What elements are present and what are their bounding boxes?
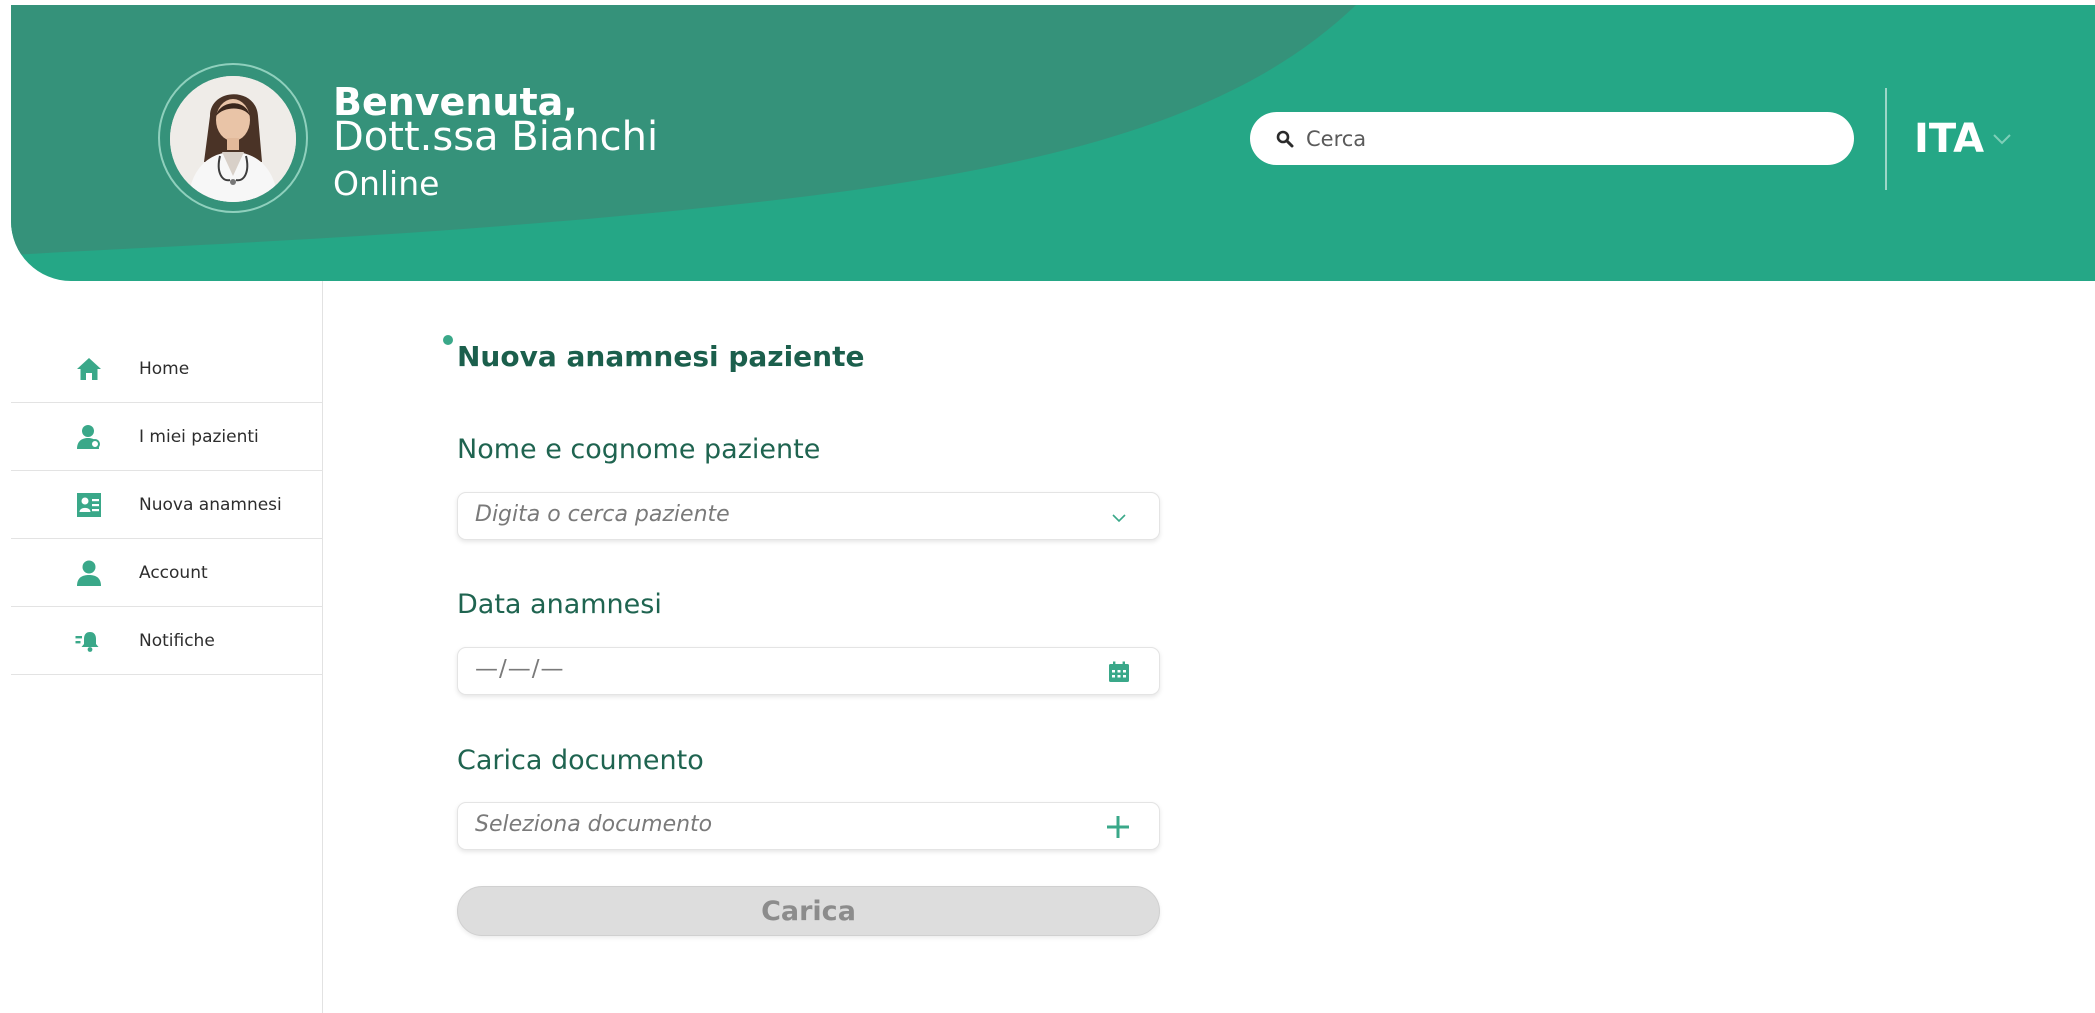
patient-search-placeholder: Digita o cerca paziente bbox=[475, 502, 730, 527]
document-placeholder: Seleziona documento bbox=[475, 812, 713, 837]
patient-search-select[interactable]: Digita o cerca paziente bbox=[457, 492, 1160, 540]
upload-document-label: Carica documento bbox=[457, 745, 704, 776]
sidebar-item-label: Account bbox=[139, 563, 208, 583]
calendar-icon[interactable] bbox=[1107, 660, 1131, 684]
home-icon bbox=[77, 358, 101, 380]
search-input[interactable] bbox=[1304, 125, 1828, 152]
search-bar[interactable] bbox=[1250, 112, 1854, 165]
language-selector[interactable]: ITA bbox=[1914, 117, 2012, 161]
search-icon bbox=[1276, 130, 1294, 147]
patients-icon bbox=[77, 425, 100, 449]
language-label: ITA bbox=[1914, 116, 1985, 162]
chevron-down-icon[interactable] bbox=[1107, 505, 1131, 529]
doctor-name: Dott.ssa Bianchi bbox=[333, 114, 659, 160]
sidebar-item-patients[interactable]: I miei pazienti bbox=[11, 403, 323, 471]
patient-name-label: Nome e cognome paziente bbox=[457, 434, 821, 465]
title-dot-decoration bbox=[443, 335, 453, 345]
sidebar-item-home[interactable]: Home bbox=[11, 335, 323, 403]
header-divider bbox=[1885, 88, 1887, 190]
doctor-portrait-image bbox=[170, 76, 296, 202]
sidebar-item-label: Home bbox=[139, 359, 190, 379]
sidebar-item-notifications[interactable]: Notifiche bbox=[11, 607, 323, 675]
account-icon bbox=[77, 560, 101, 586]
sidebar-item-account[interactable]: Account bbox=[11, 539, 323, 607]
page-title: Nuova anamnesi paziente bbox=[457, 340, 865, 373]
sidebar: Home I miei pazienti Nuova anamnesi Acco… bbox=[11, 281, 323, 1013]
plus-icon[interactable] bbox=[1105, 814, 1131, 840]
avatar[interactable] bbox=[170, 76, 296, 202]
upload-submit-button[interactable]: Carica bbox=[457, 886, 1160, 936]
notifications-icon bbox=[75, 632, 99, 652]
sidebar-item-label: I miei pazienti bbox=[139, 427, 259, 447]
sidebar-item-label: Notifiche bbox=[139, 631, 215, 651]
date-value: —/—/— bbox=[475, 656, 565, 682]
online-status: Online bbox=[333, 164, 440, 203]
sidebar-item-label: Nuova anamnesi bbox=[139, 495, 282, 515]
sidebar-item-new-anamnesis[interactable]: Nuova anamnesi bbox=[11, 471, 323, 539]
document-select-field[interactable]: Seleziona documento bbox=[457, 802, 1160, 850]
anamnesis-date-field[interactable]: —/—/— bbox=[457, 647, 1160, 695]
anamnesis-date-label: Data anamnesi bbox=[457, 589, 662, 620]
new-anamnesis-icon bbox=[77, 493, 101, 517]
chevron-down-icon bbox=[1993, 134, 2011, 145]
